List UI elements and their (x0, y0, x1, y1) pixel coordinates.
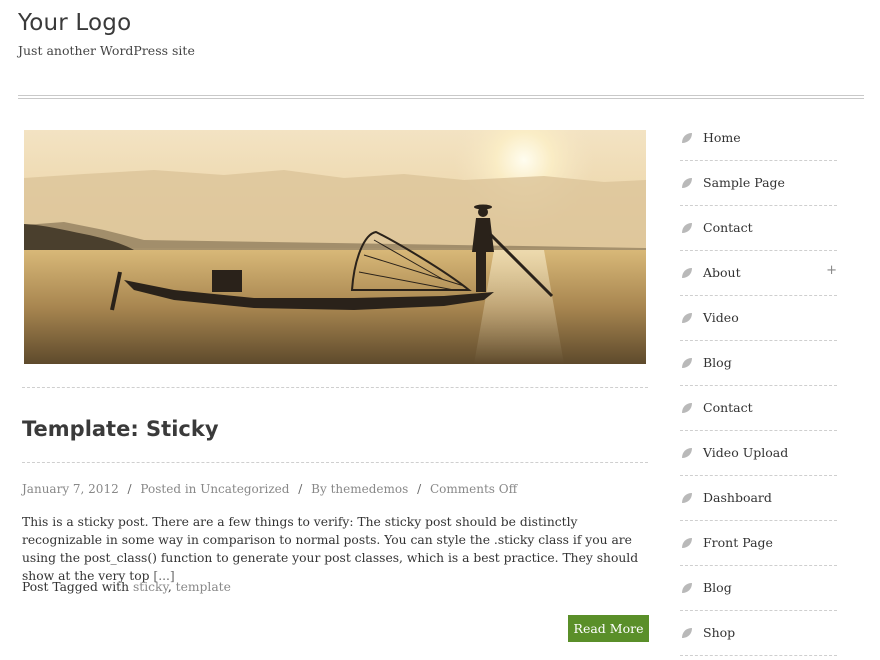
comments-status: Comments Off (429, 482, 518, 496)
site-logo[interactable]: Your Logo (18, 10, 131, 36)
sidebar-item-dashboard[interactable]: Dashboard (680, 476, 837, 521)
header-divider (18, 95, 864, 99)
read-more-button[interactable]: Read More (568, 615, 649, 642)
sidebar-item-label: Front Page (703, 535, 773, 550)
leaf-icon (682, 403, 692, 413)
sidebar-menu: Home Sample Page Contact About + Video B… (680, 116, 837, 656)
sidebar-item-video-upload[interactable]: Video Upload (680, 431, 837, 476)
leaf-icon (682, 133, 692, 143)
content-divider (22, 387, 648, 388)
leaf-icon (682, 493, 692, 503)
leaf-icon (682, 538, 692, 548)
leaf-icon (682, 223, 692, 233)
post-title[interactable]: Template: Sticky (22, 417, 219, 441)
sidebar-item-label: Dashboard (703, 490, 772, 505)
sidebar-item-label: Home (703, 130, 741, 145)
sidebar-item-label: Shop (703, 625, 736, 640)
sidebar-item-video[interactable]: Video (680, 296, 837, 341)
sidebar-item-label: Sample Page (703, 175, 785, 190)
sidebar-item-sample-page[interactable]: Sample Page (680, 161, 837, 206)
tags-prefix: Post Tagged with (22, 580, 130, 594)
post-date[interactable]: January 7, 2012 (22, 482, 119, 496)
excerpt-text: This is a sticky post. There are a few t… (22, 515, 639, 583)
post-excerpt: This is a sticky post. There are a few t… (22, 513, 650, 585)
sidebar-item-label: Contact (703, 400, 753, 415)
sidebar-item-blog[interactable]: Blog (680, 341, 837, 386)
sidebar-item-label: About (703, 265, 741, 280)
sidebar-item-front-page[interactable]: Front Page (680, 521, 837, 566)
title-divider (22, 462, 648, 463)
leaf-icon (682, 583, 692, 593)
sidebar-item-blog-2[interactable]: Blog (680, 566, 837, 611)
sidebar-item-shop[interactable]: Shop (680, 611, 837, 656)
sidebar-item-label: Blog (703, 355, 732, 370)
sidebar-item-about[interactable]: About + (680, 251, 837, 296)
tag-link-template[interactable]: template (176, 580, 231, 594)
site-tagline: Just another WordPress site (18, 43, 195, 58)
leaf-icon (682, 268, 692, 278)
author-prefix: By (311, 482, 327, 496)
sidebar-item-contact[interactable]: Contact (680, 206, 837, 251)
post-author-link[interactable]: themedemos (331, 482, 409, 496)
post-category-link[interactable]: Uncategorized (200, 482, 289, 496)
sidebar-item-label: Blog (703, 580, 732, 595)
leaf-icon (682, 313, 692, 323)
featured-image[interactable] (24, 130, 646, 364)
sidebar-item-home[interactable]: Home (680, 116, 837, 161)
sidebar-item-contact-2[interactable]: Contact (680, 386, 837, 431)
leaf-icon (682, 628, 692, 638)
expand-icon[interactable]: + (826, 263, 837, 278)
post-tags: Post Tagged with sticky, template (22, 580, 231, 594)
post-meta: January 7, 2012 / Posted in Uncategorize… (22, 482, 518, 496)
leaf-icon (682, 178, 692, 188)
leaf-icon (682, 358, 692, 368)
tag-link-sticky[interactable]: sticky (133, 580, 168, 594)
leaf-icon (682, 448, 692, 458)
sidebar-item-label: Contact (703, 220, 753, 235)
sidebar-item-label: Video Upload (703, 445, 789, 460)
category-prefix: Posted in (140, 482, 197, 496)
sidebar-item-label: Video (703, 310, 739, 325)
